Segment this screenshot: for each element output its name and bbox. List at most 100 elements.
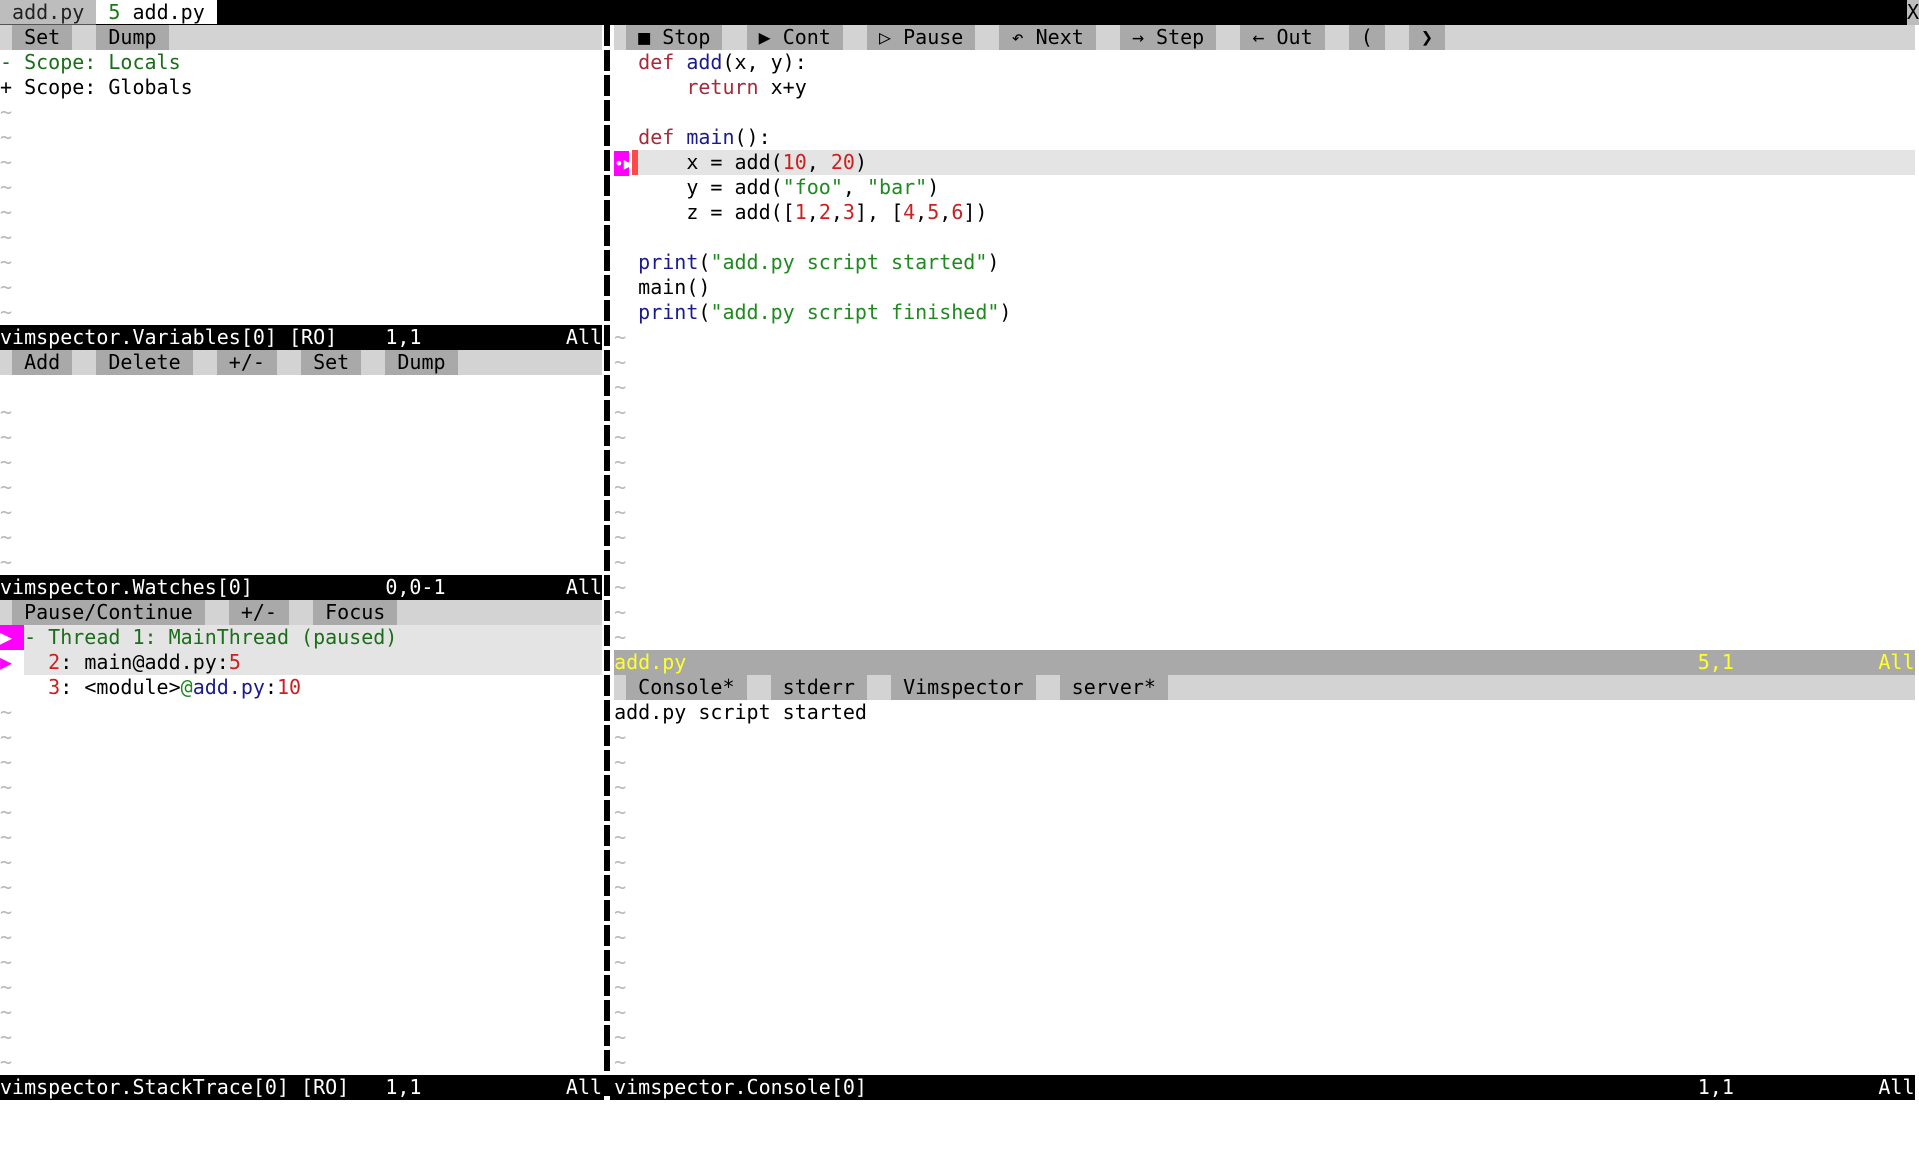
empty-line-tilde: ~: [614, 500, 627, 524]
empty-line-tilde: ~: [614, 775, 627, 799]
code-token: return: [686, 75, 759, 99]
code-line[interactable]: main(): [638, 275, 710, 300]
code-token: ,: [842, 175, 867, 199]
watches-dump-button[interactable]: Dump: [385, 350, 458, 375]
console-tab-server[interactable]: server*: [1059, 675, 1169, 700]
code-token: 10: [782, 150, 807, 174]
stack-button[interactable]: +/-: [228, 600, 289, 625]
console-tab-console[interactable]: Console*: [626, 675, 747, 700]
thread-row[interactable]: - Thread 1: MainThread (paused): [24, 625, 603, 650]
status-buffer-name: vimspector.StackTrace[0] [RO]: [0, 1075, 350, 1099]
stack-focus-button[interactable]: Focus: [313, 600, 398, 625]
status-line: vimspector.Variables[0] [RO] 1,1 All: [0, 325, 603, 350]
stack-pause-continue-button[interactable]: Pause/Continue: [12, 600, 205, 625]
code-token: ,: [806, 150, 831, 174]
empty-line-tilde: ~: [614, 325, 627, 349]
debug-out-button[interactable]: ← Out: [1240, 25, 1325, 50]
button-label: Out: [1276, 25, 1313, 49]
empty-line-tilde: ~: [0, 950, 13, 974]
console-tab-stderr[interactable]: stderr: [770, 675, 867, 700]
variable-scope-locals[interactable]: - Scope: Locals: [0, 50, 181, 75]
code-token: ): [927, 175, 940, 199]
code-line[interactable]: print("add.py script finished"): [638, 300, 1011, 325]
empty-line-tilde: ~: [0, 1050, 13, 1074]
console-tab-vimspector[interactable]: Vimspector: [891, 675, 1036, 700]
code-line[interactable]: y = add("foo", "bar"): [638, 175, 939, 200]
empty-line-tilde: ~: [0, 700, 13, 724]
empty-line-tilde: ~: [0, 150, 13, 174]
tab-label: Console*: [638, 675, 735, 699]
code-line[interactable]: print("add.py script started"): [638, 250, 999, 275]
close-tab-button[interactable]: X: [1906, 0, 1919, 25]
current-code-line[interactable]: x = add(10, 20): [638, 150, 1915, 175]
code-token: ,: [915, 200, 928, 224]
debug-cont-button[interactable]: ▶ Cont: [746, 25, 843, 50]
debug-forward-button[interactable]: ❯: [1408, 25, 1446, 50]
frame-number: 2: [48, 650, 61, 674]
watches-set-button[interactable]: Set: [301, 350, 362, 375]
code-token: ():: [734, 125, 771, 149]
scope-label: Scope: Globals: [24, 75, 193, 99]
back-icon: (: [1360, 25, 1373, 49]
code-token: main(): [638, 275, 711, 299]
empty-line-tilde: ~: [0, 925, 13, 949]
empty-line-tilde: ~: [0, 125, 13, 149]
tab-label: server*: [1071, 675, 1156, 699]
empty-line-tilde: ~: [0, 800, 13, 824]
empty-line-tilde: ~: [614, 825, 627, 849]
code-token: 5: [927, 200, 940, 224]
debug-stop-button[interactable]: ■ Stop: [626, 25, 723, 50]
debug-next-button[interactable]: ↶ Next: [999, 25, 1096, 50]
code-line[interactable]: z = add([1,2,3], [4,5,6]): [638, 200, 987, 225]
tab-label: Vimspector: [903, 675, 1024, 699]
variable-scope-globals[interactable]: + Scope: Globals: [0, 75, 193, 100]
empty-line-tilde: ~: [614, 375, 627, 399]
status-scroll-position: All: [565, 575, 603, 599]
empty-line-tilde: ~: [614, 1025, 627, 1049]
tab-add-py[interactable]: add.py: [0, 0, 97, 25]
code-line[interactable]: return x+y: [638, 75, 806, 100]
code-line[interactable]: def main():: [638, 125, 770, 150]
stack-frame-row[interactable]: 3: <module>@add.py:10: [24, 675, 301, 700]
watches-delete-button[interactable]: Delete: [96, 350, 193, 375]
status-scroll-position: All: [565, 1075, 603, 1099]
debug-step-back-button[interactable]: (: [1348, 25, 1385, 50]
empty-line-tilde: ~: [0, 500, 13, 524]
debug-step-button[interactable]: → Step: [1119, 25, 1217, 50]
status-cursor-position: 1,1: [385, 325, 422, 349]
stack-frame-row[interactable]: 2: main@add.py:5: [24, 650, 603, 675]
variables-set-button[interactable]: Set: [12, 25, 73, 50]
empty-line-tilde: ~: [614, 550, 627, 574]
debug-toolbar: ■ Stop ▶ Cont ▷ Pause ↶ Next → Step ← Ou…: [614, 25, 1915, 50]
empty-line-tilde: ~: [0, 425, 13, 449]
button-label: Delete: [108, 350, 181, 374]
code-token: def: [638, 50, 675, 74]
variables-dump-button[interactable]: Dump: [96, 25, 169, 50]
watches-add-button[interactable]: Add: [12, 350, 73, 375]
status-cursor-position: 5,1: [1697, 650, 1734, 674]
code-line[interactable]: def add(x, y):: [638, 50, 807, 75]
code-token: "bar": [866, 175, 928, 199]
code-token: (x, y):: [722, 50, 807, 74]
vertical-split-separator[interactable]: [604, 25, 611, 1100]
code-token: main: [686, 125, 735, 149]
tab-label: add.py: [12, 0, 85, 24]
status-buffer-name: vimspector.Console[0]: [614, 1075, 867, 1099]
vim-screen: add.py 5 add.py X Set Dump - Scope: Loca…: [0, 0, 1919, 1149]
code-token: ): [854, 150, 867, 174]
empty-line-tilde: ~: [0, 550, 13, 574]
empty-line-tilde: ~: [0, 875, 13, 899]
watches-button[interactable]: +/-: [216, 350, 277, 375]
empty-line-tilde: ~: [0, 725, 13, 749]
empty-line-tilde: ~: [0, 975, 13, 999]
tab-add-py-active[interactable]: 5 add.py: [96, 0, 217, 24]
chevron-right-icon: ❯: [1421, 25, 1434, 49]
status-line: vimspector.Watches[0] 0,0-1 All: [0, 575, 603, 600]
empty-line-tilde: ~: [614, 725, 627, 749]
code-token: "foo": [782, 175, 843, 199]
button-label: Pause/Continue: [24, 600, 193, 624]
debug-pause-button[interactable]: ▷ Pause: [866, 25, 976, 50]
empty-line-tilde: ~: [0, 275, 13, 299]
status-buffer-name: vimspector.Watches[0]: [0, 575, 253, 599]
